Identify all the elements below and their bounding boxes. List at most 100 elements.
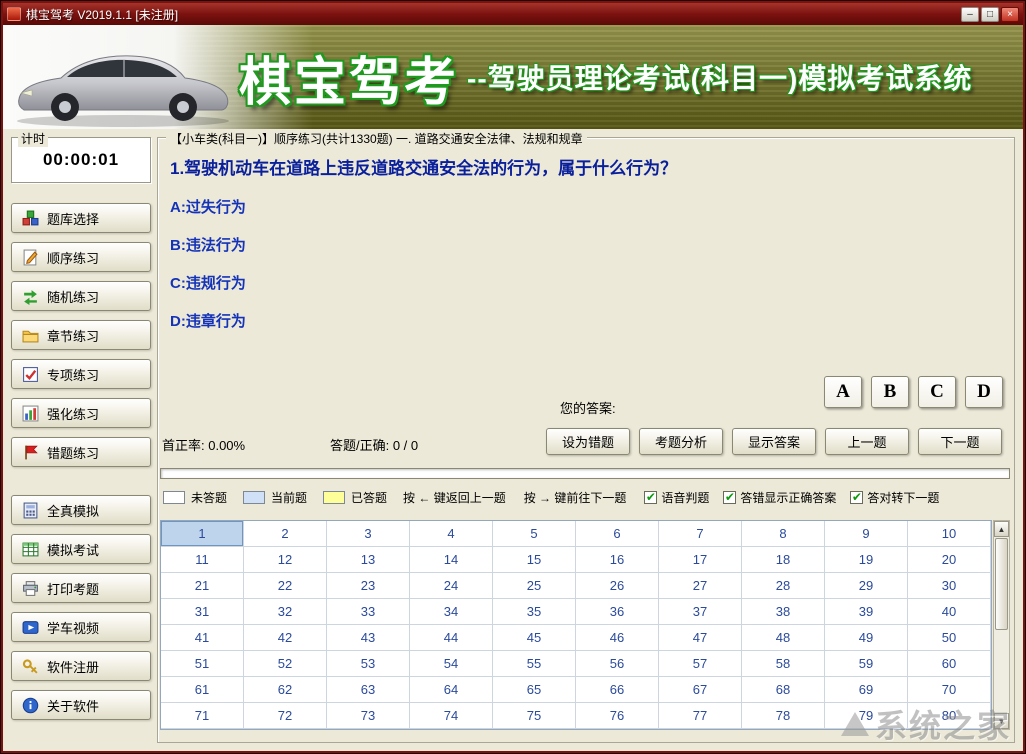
question-cell-17[interactable]: 17 xyxy=(659,547,742,573)
question-cell-11[interactable]: 11 xyxy=(161,547,244,573)
option-d[interactable]: D:违章行为 xyxy=(170,310,246,331)
sidebar-item-wrong-question-practice[interactable]: 错题练习 xyxy=(11,437,151,467)
question-cell-9[interactable]: 9 xyxy=(825,521,908,547)
question-cell-62[interactable]: 62 xyxy=(244,677,327,703)
sidebar-item-print-questions[interactable]: 打印考题 xyxy=(11,573,151,603)
question-cell-79[interactable]: 79 xyxy=(825,703,908,729)
close-button[interactable]: × xyxy=(1001,6,1019,22)
question-cell-16[interactable]: 16 xyxy=(576,547,659,573)
question-cell-3[interactable]: 3 xyxy=(327,521,410,547)
sidebar-item-about-software[interactable]: 关于软件 xyxy=(11,690,151,720)
option-a[interactable]: A:过失行为 xyxy=(170,196,246,217)
answer-button-a[interactable]: A xyxy=(824,376,862,408)
answer-button-b[interactable]: B xyxy=(871,376,909,408)
minimize-button[interactable]: – xyxy=(961,6,979,22)
question-cell-2[interactable]: 2 xyxy=(244,521,327,547)
question-cell-25[interactable]: 25 xyxy=(493,573,576,599)
grid-scrollbar[interactable]: ▲ ▼ xyxy=(993,520,1010,730)
question-cell-61[interactable]: 61 xyxy=(161,677,244,703)
checkbox-box-voice-judge[interactable]: ✔ xyxy=(644,490,658,504)
question-cell-39[interactable]: 39 xyxy=(825,599,908,625)
question-cell-28[interactable]: 28 xyxy=(742,573,825,599)
question-cell-30[interactable]: 30 xyxy=(908,573,991,599)
question-cell-21[interactable]: 21 xyxy=(161,573,244,599)
question-cell-47[interactable]: 47 xyxy=(659,625,742,651)
question-cell-20[interactable]: 20 xyxy=(908,547,991,573)
sidebar-item-random-practice[interactable]: 随机练习 xyxy=(11,281,151,311)
answer-button-d[interactable]: D xyxy=(965,376,1003,408)
question-cell-15[interactable]: 15 xyxy=(493,547,576,573)
checkbox-box-show-correct-on-wrong[interactable]: ✔ xyxy=(723,490,737,504)
question-cell-78[interactable]: 78 xyxy=(742,703,825,729)
question-cell-51[interactable]: 51 xyxy=(161,651,244,677)
question-cell-22[interactable]: 22 xyxy=(244,573,327,599)
question-cell-14[interactable]: 14 xyxy=(410,547,493,573)
question-cell-46[interactable]: 46 xyxy=(576,625,659,651)
question-cell-38[interactable]: 38 xyxy=(742,599,825,625)
question-cell-66[interactable]: 66 xyxy=(576,677,659,703)
question-cell-53[interactable]: 53 xyxy=(327,651,410,677)
sidebar-item-intensive-practice[interactable]: 强化练习 xyxy=(11,398,151,428)
maximize-button[interactable]: □ xyxy=(981,6,999,22)
question-cell-37[interactable]: 37 xyxy=(659,599,742,625)
answer-button-c[interactable]: C xyxy=(918,376,956,408)
prev-question-button[interactable]: 上一题 xyxy=(825,428,909,455)
question-cell-55[interactable]: 55 xyxy=(493,651,576,677)
question-cell-19[interactable]: 19 xyxy=(825,547,908,573)
checkbox-voice-judge[interactable]: ✔ 语音判题 xyxy=(644,489,709,506)
question-cell-60[interactable]: 60 xyxy=(908,651,991,677)
question-cell-32[interactable]: 32 xyxy=(244,599,327,625)
scroll-thumb[interactable] xyxy=(995,538,1008,630)
next-question-button[interactable]: 下一题 xyxy=(918,428,1002,455)
question-cell-4[interactable]: 4 xyxy=(410,521,493,547)
question-analysis-button[interactable]: 考题分析 xyxy=(639,428,723,455)
question-cell-56[interactable]: 56 xyxy=(576,651,659,677)
checkbox-show-correct-on-wrong[interactable]: ✔ 答错显示正确答案 xyxy=(723,489,836,506)
show-answer-button[interactable]: 显示答案 xyxy=(732,428,816,455)
question-cell-8[interactable]: 8 xyxy=(742,521,825,547)
question-cell-24[interactable]: 24 xyxy=(410,573,493,599)
question-cell-26[interactable]: 26 xyxy=(576,573,659,599)
question-cell-57[interactable]: 57 xyxy=(659,651,742,677)
option-c[interactable]: C:违规行为 xyxy=(170,272,246,293)
question-cell-13[interactable]: 13 xyxy=(327,547,410,573)
question-cell-42[interactable]: 42 xyxy=(244,625,327,651)
checkbox-box-auto-next-on-correct[interactable]: ✔ xyxy=(850,490,864,504)
question-cell-48[interactable]: 48 xyxy=(742,625,825,651)
question-cell-7[interactable]: 7 xyxy=(659,521,742,547)
question-cell-31[interactable]: 31 xyxy=(161,599,244,625)
question-cell-1[interactable]: 1 xyxy=(161,521,244,547)
question-cell-10[interactable]: 10 xyxy=(908,521,991,547)
sidebar-item-driving-videos[interactable]: 学车视频 xyxy=(11,612,151,642)
question-cell-68[interactable]: 68 xyxy=(742,677,825,703)
question-cell-27[interactable]: 27 xyxy=(659,573,742,599)
question-cell-36[interactable]: 36 xyxy=(576,599,659,625)
sidebar-item-full-simulation[interactable]: 全真模拟 xyxy=(11,495,151,525)
question-cell-35[interactable]: 35 xyxy=(493,599,576,625)
scroll-down-button[interactable]: ▼ xyxy=(994,713,1009,729)
question-cell-44[interactable]: 44 xyxy=(410,625,493,651)
question-cell-71[interactable]: 71 xyxy=(161,703,244,729)
question-cell-69[interactable]: 69 xyxy=(825,677,908,703)
scroll-up-button[interactable]: ▲ xyxy=(994,521,1009,537)
scroll-track[interactable] xyxy=(994,631,1009,713)
question-cell-52[interactable]: 52 xyxy=(244,651,327,677)
sidebar-item-software-register[interactable]: 软件注册 xyxy=(11,651,151,681)
question-cell-76[interactable]: 76 xyxy=(576,703,659,729)
question-cell-58[interactable]: 58 xyxy=(742,651,825,677)
question-cell-72[interactable]: 72 xyxy=(244,703,327,729)
option-b[interactable]: B:违法行为 xyxy=(170,234,246,255)
question-cell-23[interactable]: 23 xyxy=(327,573,410,599)
question-cell-59[interactable]: 59 xyxy=(825,651,908,677)
question-cell-29[interactable]: 29 xyxy=(825,573,908,599)
question-cell-73[interactable]: 73 xyxy=(327,703,410,729)
sidebar-item-sequential-practice[interactable]: 顺序练习 xyxy=(11,242,151,272)
sidebar-item-question-bank[interactable]: 题库选择 xyxy=(11,203,151,233)
question-cell-50[interactable]: 50 xyxy=(908,625,991,651)
question-cell-75[interactable]: 75 xyxy=(493,703,576,729)
question-cell-70[interactable]: 70 xyxy=(908,677,991,703)
question-cell-80[interactable]: 80 xyxy=(908,703,991,729)
question-cell-54[interactable]: 54 xyxy=(410,651,493,677)
question-cell-45[interactable]: 45 xyxy=(493,625,576,651)
question-cell-5[interactable]: 5 xyxy=(493,521,576,547)
